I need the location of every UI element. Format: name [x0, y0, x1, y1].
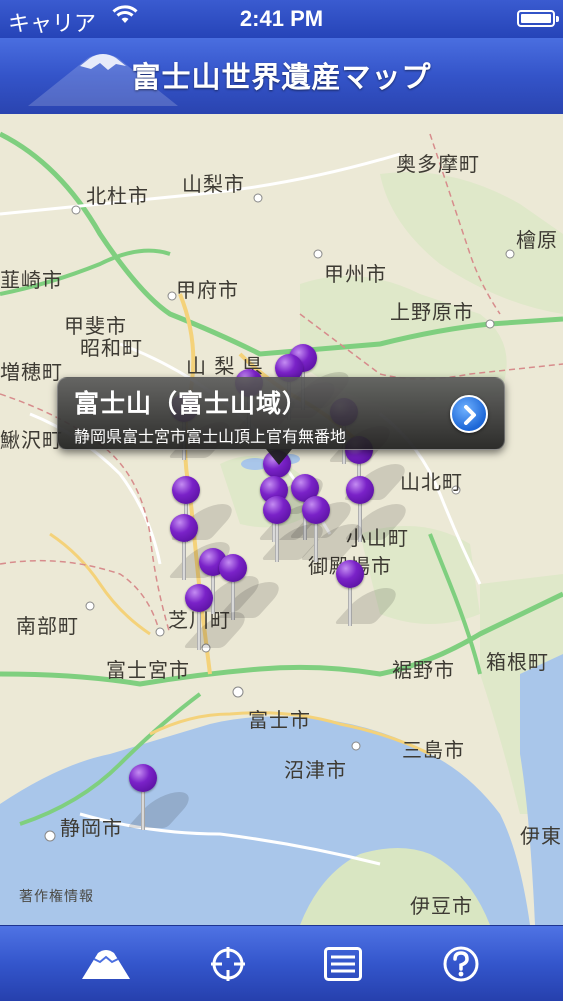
legal-link[interactable]: 著作権情報 — [19, 886, 94, 906]
detail-disclosure-button[interactable] — [450, 395, 488, 433]
map-label-uenohara: 上野原市 — [390, 300, 474, 324]
map-pin[interactable] — [182, 584, 256, 654]
pin-callout[interactable]: 富士山（富士山域） 静岡県富士宮市富士山頂上官有無番地 — [57, 377, 505, 465]
title-bar: 富士山世界遺産マップ — [0, 38, 563, 115]
map-label-okutama: 奥多摩町 — [396, 152, 480, 176]
crosshair-icon — [211, 946, 245, 981]
map-label-numazu: 沼津市 — [284, 758, 347, 782]
map-pin[interactable] — [299, 496, 373, 566]
callout-title: 富士山（富士山域） — [74, 389, 309, 418]
status-bar: キャリア 2:41 PM — [0, 0, 563, 38]
list-icon — [324, 946, 362, 981]
chevron-right-icon — [464, 405, 476, 425]
map-label-fuji: 富士市 — [248, 708, 311, 732]
callout-address: 静岡県富士宮市富士山頂上官有無番地 — [74, 427, 347, 446]
map-label-shizuoka: 静岡市 — [60, 816, 123, 840]
map-label-kajikazawa: 鰍沢町 — [0, 428, 63, 452]
tab-map[interactable] — [36, 926, 176, 1001]
map-label-nambu: 南部町 — [16, 614, 79, 638]
map-pin[interactable] — [126, 764, 200, 834]
app-title: 富士山世界遺産マップ — [131, 60, 432, 94]
map-pin[interactable] — [333, 560, 407, 630]
map-view[interactable]: 北杜市 山梨市 奥多摩町 檜原 韮崎市 甲府市 甲州市 上野原市 甲斐市 昭和町… — [0, 114, 563, 925]
tab-help[interactable] — [391, 926, 531, 1001]
map-label-ito: 伊東 — [520, 824, 562, 848]
map-label-hokuto: 北杜市 — [86, 184, 149, 208]
map-label-yamakita: 山北町 — [400, 470, 463, 494]
map-label-mishima: 三島市 — [402, 738, 465, 762]
map-label-hakone: 箱根町 — [486, 650, 549, 674]
map-label-kofu: 甲府市 — [176, 278, 239, 302]
map-label-hinohara: 檜原 — [516, 228, 558, 252]
map-pin[interactable] — [260, 496, 334, 566]
map-label-izu: 伊豆市 — [410, 894, 473, 918]
status-time: 2:41 PM — [239, 6, 324, 31]
map-label-susono: 裾野市 — [392, 658, 455, 682]
map-label-koshu: 甲州市 — [324, 262, 387, 286]
map-label-yamanashi-city: 山梨市 — [182, 172, 245, 196]
map-label-showa: 昭和町 — [80, 336, 143, 360]
mountain-icon — [82, 949, 130, 979]
map-label-masuho: 増穂町 — [0, 360, 63, 384]
map-label-nirasaki: 韮崎市 — [0, 268, 63, 292]
map-pin[interactable] — [167, 514, 241, 584]
map-label-fujinomiya: 富士宮市 — [106, 658, 190, 682]
tab-bar — [0, 925, 563, 1001]
help-icon — [443, 946, 479, 981]
battery-icon — [517, 10, 559, 27]
